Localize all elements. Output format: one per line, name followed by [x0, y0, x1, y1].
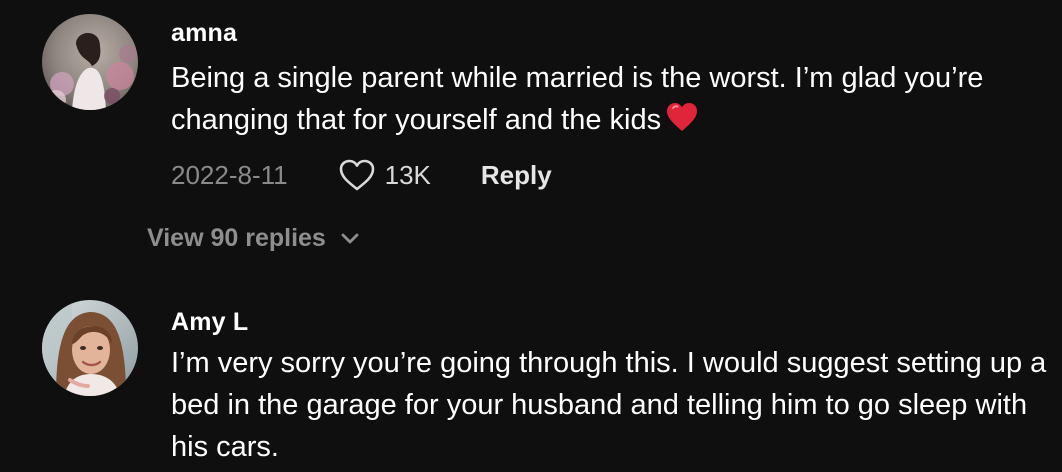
comment-text: Being a single parent while married is t…	[171, 57, 1051, 141]
avatar[interactable]	[42, 14, 138, 110]
like-button[interactable]: 13K	[338, 158, 431, 192]
comment-date: 2022-8-11	[171, 159, 288, 190]
chevron-down-icon	[341, 233, 359, 243]
heart-outline-icon	[339, 159, 374, 191]
like-count: 13K	[384, 159, 431, 190]
avatar-image	[42, 14, 138, 110]
view-replies-label: View 90 replies	[147, 224, 326, 252]
username[interactable]: Amy L	[171, 308, 248, 337]
avatar-image	[42, 300, 138, 396]
red-heart-emoji	[667, 103, 698, 131]
comment-text-body: Being a single parent while married is t…	[171, 62, 984, 136]
comment-text: I’m very sorry you’re going through this…	[171, 347, 1047, 463]
comment-meta: 2022-8-11 13K Reply	[171, 155, 552, 195]
username[interactable]: amna	[171, 19, 237, 48]
reply-button[interactable]: Reply	[481, 160, 552, 191]
avatar[interactable]	[42, 300, 138, 396]
view-replies-button[interactable]: View 90 replies	[147, 224, 360, 253]
